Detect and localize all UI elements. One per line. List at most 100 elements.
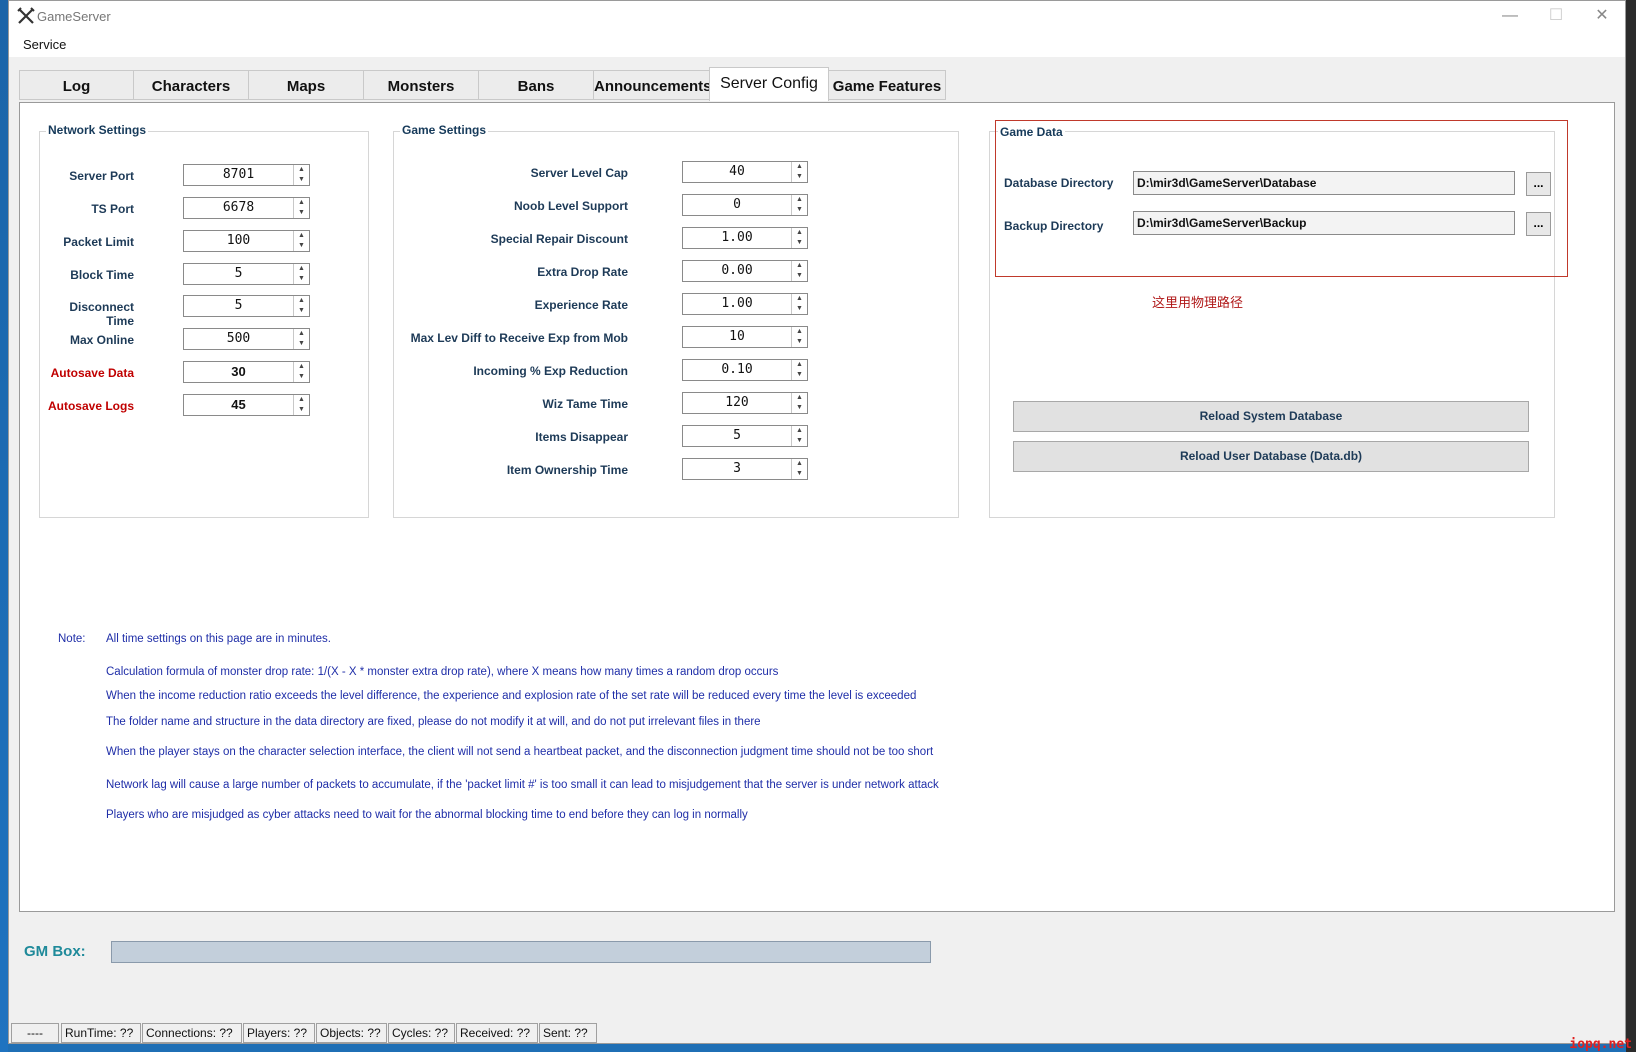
- items-disappear-input[interactable]: 5 ▲ ▼: [682, 425, 808, 447]
- menu-bar: Service: [9, 33, 1625, 57]
- server-port-input[interactable]: 8701 ▲ ▼: [183, 164, 310, 186]
- spin-up-icon[interactable]: ▲: [294, 362, 309, 372]
- browse-database-button[interactable]: ...: [1526, 172, 1551, 196]
- tab-bans[interactable]: Bans: [478, 70, 594, 100]
- tab-maps[interactable]: Maps: [248, 70, 364, 100]
- spin-down-icon[interactable]: ▼: [792, 304, 807, 314]
- block-time-label: Block Time: [70, 268, 134, 282]
- spin-up-icon[interactable]: ▲: [294, 264, 309, 274]
- spin-down-icon[interactable]: ▼: [792, 271, 807, 281]
- spin-up-icon[interactable]: ▲: [792, 162, 807, 172]
- noob-level-support-label: Noob Level Support: [514, 199, 628, 213]
- spinner-arrows: ▲ ▼: [293, 395, 309, 415]
- spin-up-icon[interactable]: ▲: [792, 261, 807, 271]
- spin-up-icon[interactable]: ▲: [294, 165, 309, 175]
- status-objects: Objects: ??: [316, 1023, 387, 1043]
- item-ownership-time-input[interactable]: 3 ▲ ▼: [682, 458, 808, 480]
- gm-box-input[interactable]: [111, 941, 931, 963]
- ts-port-input[interactable]: 6678 ▲ ▼: [183, 197, 310, 219]
- app-window: GameServer — ☐ ✕ Service Log Characters …: [8, 0, 1626, 1044]
- spin-down-icon[interactable]: ▼: [294, 306, 309, 316]
- backup-directory-field[interactable]: D:\mir3d\GameServer\Backup: [1133, 211, 1515, 235]
- spin-down-icon[interactable]: ▼: [792, 172, 807, 182]
- spin-down-icon[interactable]: ▼: [294, 274, 309, 284]
- server-level-cap-input[interactable]: 40 ▲ ▼: [682, 161, 808, 183]
- spin-up-icon[interactable]: ▲: [294, 395, 309, 405]
- spin-up-icon[interactable]: ▲: [792, 459, 807, 469]
- spin-down-icon[interactable]: ▼: [792, 403, 807, 413]
- spin-up-icon[interactable]: ▲: [792, 294, 807, 304]
- spinner-arrows: ▲ ▼: [791, 261, 807, 281]
- wiz-tame-time-label: Wiz Tame Time: [542, 397, 628, 411]
- spin-up-icon[interactable]: ▲: [294, 198, 309, 208]
- tab-monsters[interactable]: Monsters: [363, 70, 479, 100]
- spin-down-icon[interactable]: ▼: [792, 370, 807, 380]
- spinner-arrows: ▲ ▼: [293, 296, 309, 316]
- spin-down-icon[interactable]: ▼: [294, 208, 309, 218]
- spin-up-icon[interactable]: ▲: [792, 393, 807, 403]
- max-lev-diff-input[interactable]: 10 ▲ ▼: [682, 326, 808, 348]
- spin-down-icon[interactable]: ▼: [792, 436, 807, 446]
- maximize-button[interactable]: ☐: [1533, 1, 1579, 33]
- spin-up-icon[interactable]: ▲: [792, 426, 807, 436]
- spin-up-icon[interactable]: ▲: [792, 327, 807, 337]
- spin-up-icon[interactable]: ▲: [294, 296, 309, 306]
- spinner-arrows: ▲ ▼: [293, 264, 309, 284]
- spin-down-icon[interactable]: ▼: [294, 339, 309, 349]
- disconnect-time-input[interactable]: 5 ▲ ▼: [183, 295, 310, 317]
- spin-up-icon[interactable]: ▲: [294, 329, 309, 339]
- max-online-input[interactable]: 500 ▲ ▼: [183, 328, 310, 350]
- experience-rate-input[interactable]: 1.00 ▲ ▼: [682, 293, 808, 315]
- browse-backup-button[interactable]: ...: [1526, 212, 1551, 236]
- status-players: Players: ??: [243, 1023, 315, 1043]
- reload-system-database-button[interactable]: Reload System Database: [1013, 401, 1529, 432]
- special-repair-discount-input[interactable]: 1.00 ▲ ▼: [682, 227, 808, 249]
- database-directory-field[interactable]: D:\mir3d\GameServer\Database: [1133, 171, 1515, 195]
- block-time-input[interactable]: 5 ▲ ▼: [183, 263, 310, 285]
- extra-drop-rate-input[interactable]: 0.00 ▲ ▼: [682, 260, 808, 282]
- spinner-arrows: ▲ ▼: [791, 228, 807, 248]
- spin-down-icon[interactable]: ▼: [294, 241, 309, 251]
- spinner-arrows: ▲ ▼: [791, 360, 807, 380]
- autosave-data-input[interactable]: 30 ▲ ▼: [183, 361, 310, 383]
- wiz-tame-time-input[interactable]: 120 ▲ ▼: [682, 392, 808, 414]
- spinner-arrows: ▲ ▼: [293, 329, 309, 349]
- menu-service[interactable]: Service: [23, 37, 66, 52]
- spin-down-icon[interactable]: ▼: [294, 372, 309, 382]
- server-config-page: Network Settings Server Port 8701 ▲ ▼ TS …: [19, 102, 1615, 912]
- server-level-cap-label: Server Level Cap: [530, 166, 628, 180]
- item-ownership-time-value: 3: [733, 461, 741, 476]
- spin-down-icon[interactable]: ▼: [792, 238, 807, 248]
- spinner-arrows: ▲ ▼: [791, 459, 807, 479]
- spin-up-icon[interactable]: ▲: [792, 228, 807, 238]
- spinner-arrows: ▲ ▼: [293, 198, 309, 218]
- spin-up-icon[interactable]: ▲: [792, 195, 807, 205]
- spin-down-icon[interactable]: ▼: [792, 469, 807, 479]
- extra-drop-rate-value: 0.00: [721, 263, 753, 278]
- title-bar[interactable]: GameServer — ☐ ✕: [9, 1, 1625, 33]
- spin-up-icon[interactable]: ▲: [792, 360, 807, 370]
- status-cell: ----: [11, 1023, 59, 1043]
- spin-down-icon[interactable]: ▼: [294, 175, 309, 185]
- exp-reduction-input[interactable]: 0.10 ▲ ▼: [682, 359, 808, 381]
- item-ownership-time-label: Item Ownership Time: [506, 463, 628, 477]
- autosave-data-value: 30: [231, 364, 246, 379]
- reload-user-database-button[interactable]: Reload User Database (Data.db): [1013, 441, 1529, 472]
- tab-log[interactable]: Log: [19, 70, 134, 100]
- spin-down-icon[interactable]: ▼: [294, 405, 309, 415]
- packet-limit-input[interactable]: 100 ▲ ▼: [183, 230, 310, 252]
- note-line: All time settings on this page are in mi…: [106, 633, 332, 645]
- spin-down-icon[interactable]: ▼: [792, 337, 807, 347]
- noob-level-support-input[interactable]: 0 ▲ ▼: [682, 194, 808, 216]
- tab-announcements[interactable]: Announcements: [593, 70, 712, 100]
- spin-up-icon[interactable]: ▲: [294, 231, 309, 241]
- tab-server-config[interactable]: Server Config: [709, 67, 829, 101]
- autosave-logs-input[interactable]: 45 ▲ ▼: [183, 394, 310, 416]
- minimize-button[interactable]: —: [1487, 1, 1533, 33]
- tab-game-features[interactable]: Game Features: [828, 70, 946, 100]
- close-button[interactable]: ✕: [1579, 1, 1625, 33]
- spin-down-icon[interactable]: ▼: [792, 205, 807, 215]
- disconnect-time-label: Disconnect Time: [69, 300, 134, 328]
- tab-characters[interactable]: Characters: [133, 70, 249, 100]
- special-repair-discount-label: Special Repair Discount: [490, 232, 628, 246]
